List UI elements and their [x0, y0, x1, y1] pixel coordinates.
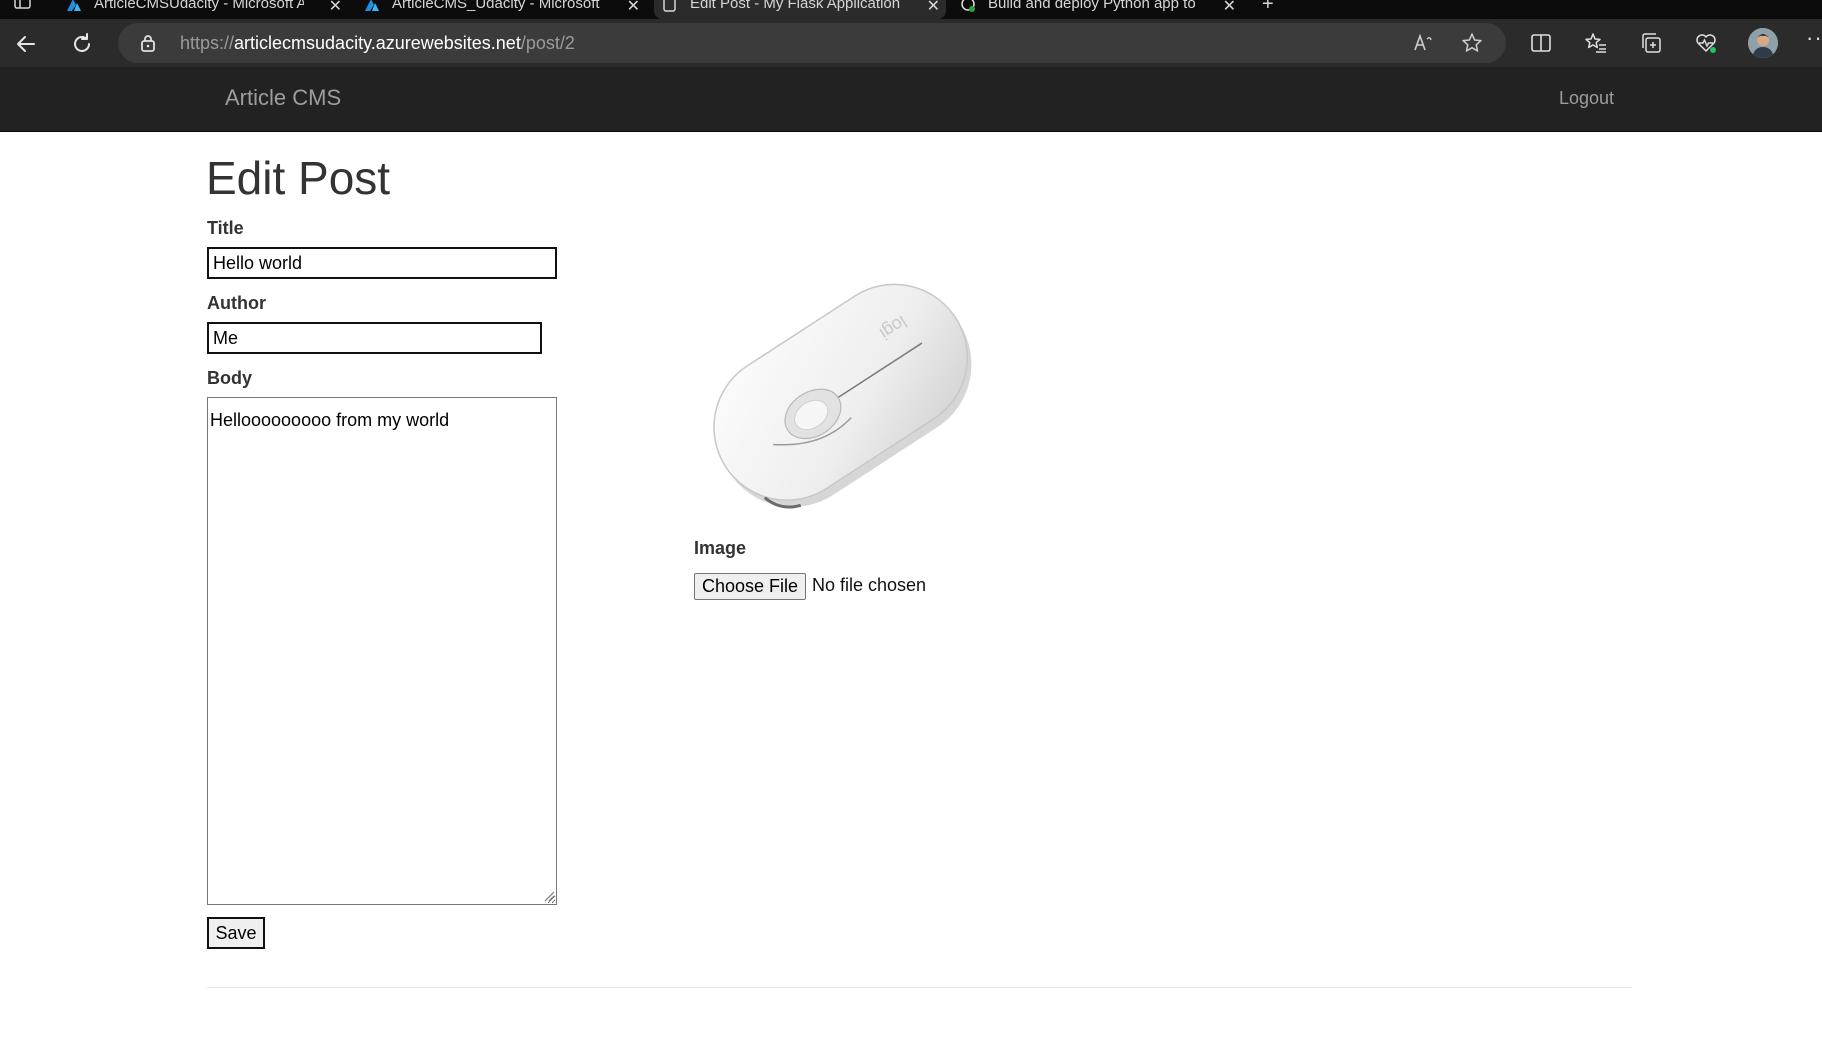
logout-link[interactable]: Logout [1559, 88, 1614, 109]
body-textarea[interactable]: Hellooooooooo from my world [207, 397, 557, 905]
browser-tab[interactable]: ArticleCMS_Udacity - Microsoft A ✕ [356, 0, 646, 19]
profile-avatar[interactable] [1748, 28, 1778, 58]
browser-toolbar: https://articlecmsudacity.azurewebsites.… [0, 19, 1822, 67]
title-label: Title [207, 218, 244, 238]
brand-link[interactable]: Article CMS [225, 85, 341, 111]
browser-tab-strip: ArticleCMSUdacity - Microsoft A ✕ Articl… [0, 0, 1822, 19]
title-input[interactable] [207, 247, 557, 279]
choose-file-button[interactable]: Choose File [694, 573, 806, 600]
url-path: /post/2 [520, 33, 575, 53]
browser-tab[interactable]: ArticleCMSUdacity - Microsoft A ✕ [58, 0, 348, 19]
github-icon [961, 0, 975, 12]
footer-divider [207, 987, 1632, 988]
close-tab-icon[interactable]: ✕ [1223, 0, 1236, 16]
resize-grip-icon[interactable] [543, 890, 555, 902]
tab-title: Build and deploy Python app to [988, 0, 1196, 12]
post-image: logi [713, 283, 972, 509]
tab-title: ArticleCMSUdacity - Microsoft A [94, 0, 304, 12]
read-aloud-icon[interactable] [1412, 32, 1434, 54]
lock-icon[interactable] [140, 34, 156, 52]
close-tab-icon[interactable]: ✕ [329, 0, 342, 16]
refresh-icon[interactable] [70, 32, 94, 56]
url-host: articlecmsudacity.azurewebsites.net [234, 33, 521, 53]
azure-icon [67, 0, 81, 11]
app-navbar: Article CMS Logout [0, 67, 1822, 132]
browser-essentials-icon[interactable] [1694, 31, 1718, 55]
page-title: Edit Post [206, 152, 391, 204]
browser-tab-active[interactable]: Edit Post - My Flask Application ✕ [654, 0, 946, 19]
close-tab-icon[interactable]: ✕ [627, 0, 640, 16]
azure-icon [365, 0, 379, 11]
favorites-icon[interactable] [1584, 31, 1608, 55]
close-tab-icon[interactable]: ✕ [927, 0, 940, 16]
author-input[interactable] [207, 322, 542, 354]
split-screen-icon[interactable] [1529, 31, 1553, 55]
back-icon[interactable] [14, 32, 38, 56]
sidebar-toggle-icon[interactable] [14, 0, 32, 10]
new-tab-icon[interactable]: + [1262, 0, 1274, 16]
url-scheme: https:// [180, 33, 235, 53]
favorite-star-icon[interactable] [1461, 32, 1483, 54]
browser-tab[interactable]: Build and deploy Python app to ✕ [952, 0, 1242, 19]
tab-title: ArticleCMS_Udacity - Microsoft A [392, 0, 602, 12]
profile-photo-icon [1748, 28, 1778, 58]
author-label: Author [207, 293, 266, 313]
address-bar[interactable]: https://articlecmsudacity.azurewebsites.… [118, 23, 1506, 63]
body-label: Body [207, 368, 252, 388]
tab-title: Edit Post - My Flask Application [690, 0, 900, 12]
collections-icon[interactable] [1639, 31, 1663, 55]
image-label: Image [694, 538, 747, 558]
page-icon [663, 0, 676, 12]
save-button[interactable]: Save [207, 917, 265, 949]
no-file-text: No file chosen [812, 575, 927, 595]
more-options-icon[interactable]: ··· [1806, 25, 1822, 51]
url-text: https://articlecmsudacity.azurewebsites.… [180, 33, 575, 54]
